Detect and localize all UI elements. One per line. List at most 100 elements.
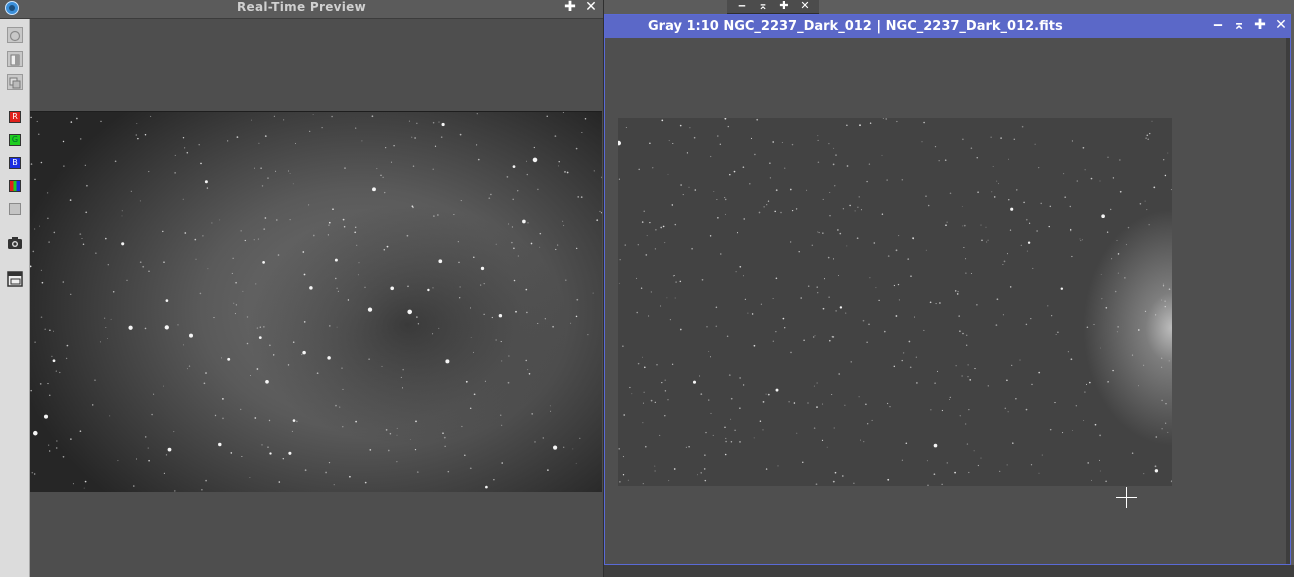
red-channel-icon[interactable]: R — [9, 111, 21, 123]
green-channel-icon[interactable]: G — [9, 134, 21, 146]
star — [1086, 326, 1089, 328]
star — [1090, 177, 1093, 180]
minimize-button[interactable]: ‒ — [1210, 18, 1226, 34]
star — [553, 445, 558, 450]
snapshot-icon[interactable] — [7, 235, 23, 251]
star — [440, 136, 443, 138]
star — [334, 258, 338, 262]
star — [887, 255, 890, 257]
star — [859, 124, 861, 127]
star — [576, 247, 578, 250]
realtime-preview-titlebar[interactable]: Real-Time Preview ✚ ✕ — [0, 0, 603, 19]
star — [724, 198, 727, 201]
star — [251, 119, 252, 121]
star — [174, 172, 176, 174]
rgb-channel-icon[interactable] — [9, 180, 21, 192]
star — [253, 239, 255, 241]
star — [144, 327, 147, 330]
star — [669, 319, 671, 321]
star — [1161, 399, 1163, 402]
show-mask-icon[interactable] — [7, 74, 23, 90]
star — [811, 244, 814, 247]
star — [881, 213, 884, 215]
star — [800, 297, 802, 299]
star — [151, 413, 153, 416]
star — [742, 384, 745, 386]
shade-button[interactable]: ⌅ — [1231, 18, 1247, 34]
star — [708, 399, 710, 401]
star — [273, 115, 275, 117]
star — [1007, 253, 1008, 255]
star — [869, 122, 872, 124]
close-button[interactable]: ✕ — [798, 0, 812, 13]
background-window-titlebar[interactable]: ‒ ⌅ ✚ ✕ — [727, 0, 819, 14]
star — [654, 465, 656, 467]
star — [438, 121, 440, 123]
star — [1071, 255, 1073, 258]
star — [201, 488, 203, 491]
star — [772, 297, 774, 299]
blue-channel-icon[interactable]: B — [9, 157, 21, 169]
maximize-button[interactable]: ✚ — [1252, 18, 1268, 34]
star — [581, 132, 583, 134]
star — [86, 184, 88, 187]
star — [517, 190, 519, 192]
star — [1009, 286, 1012, 288]
star — [694, 189, 697, 191]
star — [105, 237, 107, 240]
track-view-icon[interactable] — [7, 27, 23, 43]
star — [1143, 473, 1145, 475]
shade-button[interactable]: ⌅ — [756, 0, 770, 13]
show-original-icon[interactable] — [7, 51, 23, 67]
new-window-icon[interactable] — [7, 271, 23, 287]
star — [121, 215, 123, 217]
star — [62, 455, 65, 458]
star — [720, 253, 722, 255]
image-window-titlebar[interactable]: Gray 1:10 NGC_2237_Dark_012 | NGC_2237_D… — [605, 15, 1290, 38]
float-button[interactable]: ✚ — [562, 0, 578, 16]
star — [62, 281, 65, 283]
star — [826, 446, 828, 448]
star — [220, 357, 223, 359]
star — [902, 352, 905, 354]
star — [484, 380, 486, 382]
star — [709, 356, 712, 358]
minimize-button[interactable]: ‒ — [735, 0, 749, 13]
star — [515, 310, 517, 313]
star — [480, 284, 482, 286]
luminance-channel-icon[interactable] — [9, 203, 21, 215]
star — [173, 490, 176, 492]
star — [488, 197, 491, 200]
star — [821, 439, 824, 442]
star — [839, 232, 842, 235]
star — [203, 382, 206, 385]
star — [866, 180, 868, 183]
star — [941, 409, 943, 412]
star — [692, 380, 697, 384]
star — [967, 364, 969, 366]
star — [977, 191, 979, 194]
star — [144, 133, 147, 136]
star — [227, 357, 231, 361]
star — [710, 155, 712, 158]
preview-image-rosette-nebula[interactable] — [30, 111, 602, 492]
close-button[interactable]: ✕ — [1273, 18, 1289, 34]
dark-frame-image[interactable] — [618, 118, 1172, 486]
star — [775, 277, 778, 280]
float-button[interactable]: ✚ — [777, 0, 791, 13]
star — [1057, 331, 1059, 334]
star — [1007, 411, 1009, 413]
star — [652, 167, 654, 169]
close-button[interactable]: ✕ — [583, 0, 599, 16]
star — [312, 234, 315, 237]
star — [1107, 156, 1109, 158]
star — [905, 442, 908, 445]
star — [182, 198, 184, 200]
star — [878, 299, 880, 302]
star — [991, 191, 993, 193]
star — [946, 462, 949, 464]
star — [469, 307, 472, 309]
star — [907, 258, 910, 260]
star — [782, 317, 785, 320]
vertical-scrollbar[interactable] — [1286, 38, 1290, 564]
